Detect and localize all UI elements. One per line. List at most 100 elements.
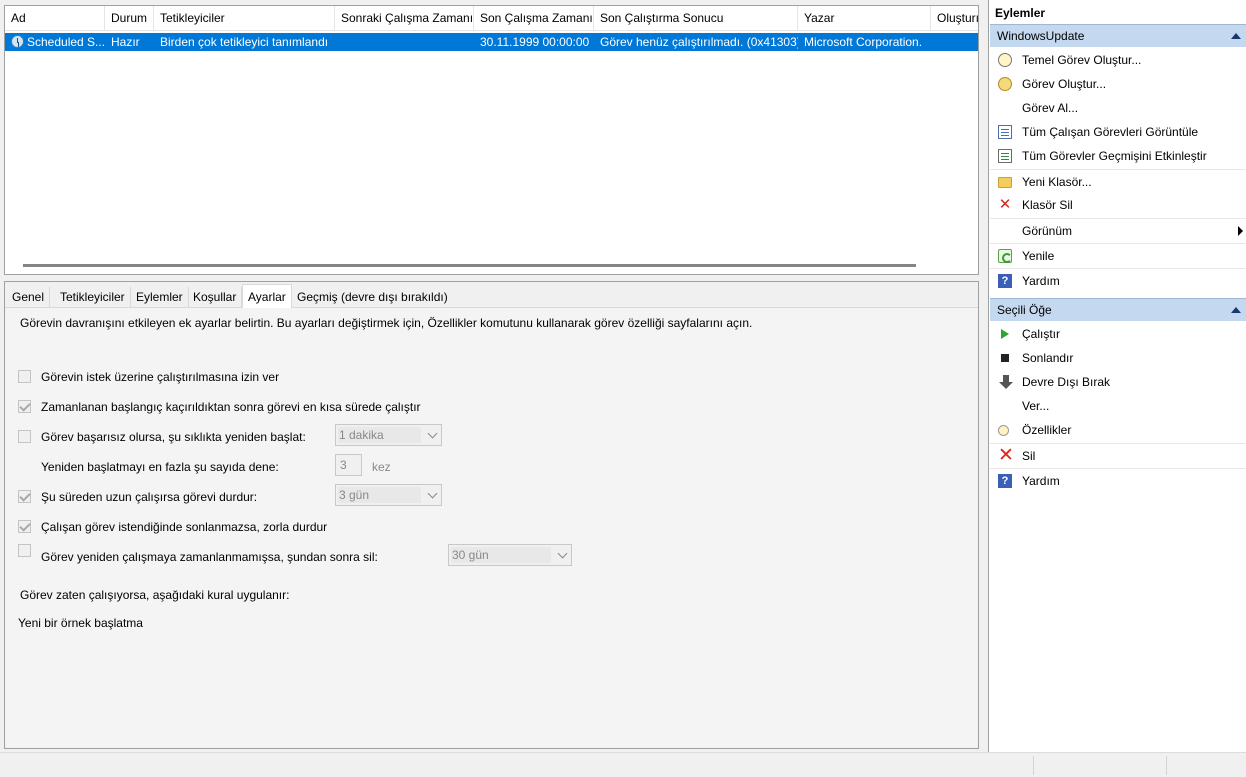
action-refresh[interactable]: Yenile — [990, 243, 1246, 267]
section-header-selected-item[interactable]: Seçili Öğe — [990, 298, 1246, 321]
task-status-cell: Hazır — [111, 35, 140, 49]
action-help-selected[interactable]: ? Yardım — [990, 468, 1246, 492]
tab-history[interactable]: Geçmiş (devre dışı bırakıldı) — [292, 287, 453, 307]
task-created-cell — [931, 33, 978, 51]
detail-tabs: Genel Tetikleyiciler Eylemler Koşullar A… — [5, 282, 978, 309]
status-bar — [0, 752, 1246, 777]
action-display-running-tasks[interactable]: Tüm Çalışan Görevleri Görüntüle — [990, 120, 1246, 144]
action-help[interactable]: ? Yardım — [990, 268, 1246, 292]
task-last-result-cell: Görev henüz çalıştırılmadı. (0x41303) — [600, 35, 798, 49]
action-view[interactable]: Görünüm — [990, 218, 1246, 242]
action-label: Yenile — [1022, 249, 1055, 263]
create-task-icon — [998, 77, 1012, 91]
help-icon: ? — [998, 474, 1012, 488]
scrollbar-thumb[interactable] — [23, 264, 916, 267]
action-create-basic-task[interactable]: Temel Görev Oluştur... — [990, 48, 1246, 72]
properties-icon — [998, 425, 1009, 436]
action-export[interactable]: Ver... — [990, 394, 1246, 418]
task-next-run-cell — [335, 33, 474, 51]
column-header-last-run[interactable]: Son Çalışma Zamanı — [474, 6, 594, 31]
action-new-folder[interactable]: Yeni Klasör... — [990, 169, 1246, 193]
section-header-windowsupdate[interactable]: WindowsUpdate — [990, 24, 1246, 47]
running-rule-label: Görev zaten çalışıyorsa, aşağıdaki kural… — [20, 588, 290, 602]
restart-interval-value: 1 dakika — [339, 428, 384, 442]
restart-on-fail-label: Görev başarısız olursa, şu sıklıkta yeni… — [41, 430, 306, 444]
action-label: Temel Görev Oluştur... — [1022, 53, 1142, 67]
action-create-task[interactable]: Görev Oluştur... — [990, 72, 1246, 96]
tab-general[interactable]: Genel — [7, 287, 51, 307]
action-label: Yeni Klasör... — [1022, 175, 1092, 189]
action-import-task[interactable]: Görev Al... — [990, 96, 1246, 120]
run-asap-label: Zamanlanan başlangıç kaçırıldıktan sonra… — [41, 400, 421, 414]
running-rule-value: Yeni bir örnek başlatma — [18, 616, 143, 630]
task-last-run-cell: 30.11.1999 00:00:00 — [480, 35, 590, 49]
action-disable[interactable]: Devre Dışı Bırak — [990, 370, 1246, 394]
column-header-author[interactable]: Yazar — [798, 6, 931, 31]
tab-conditions[interactable]: Koşullar — [188, 287, 243, 307]
stop-duration-value: 3 gün — [339, 488, 370, 502]
horizontal-scrollbar[interactable] — [5, 259, 978, 274]
tab-triggers[interactable]: Tetikleyiciler — [55, 287, 131, 307]
column-header-last-result[interactable]: Son Çalıştırma Sonucu — [594, 6, 798, 31]
table-row[interactable]: Scheduled S... Hazır Birden çok tetikley… — [5, 33, 978, 51]
chevron-down-icon — [557, 548, 568, 559]
delete-icon: ✕ — [998, 445, 1014, 466]
settings-intro-text: Görevin davranışını etkileyen ek ayarlar… — [20, 316, 753, 330]
action-label: Sonlandır — [1022, 351, 1074, 365]
run-asap-checkbox[interactable] — [18, 400, 31, 413]
action-label: Yardım — [1022, 274, 1060, 288]
stop-icon — [1001, 354, 1009, 362]
actions-pane: Eylemler WindowsUpdate Temel Görev Oluşt… — [988, 0, 1246, 752]
action-label: Yardım — [1022, 474, 1060, 488]
action-enable-history[interactable]: Tüm Görevler Geçmişini Etkinleştir — [990, 144, 1246, 168]
collapse-caret-icon[interactable] — [1231, 33, 1241, 39]
column-header-next-run[interactable]: Sonraki Çalışma Zamanı — [335, 6, 474, 31]
restart-attempts-unit: kez — [372, 460, 391, 474]
restart-attempts-input[interactable]: 3 — [335, 454, 362, 476]
task-name-cell: Scheduled S... — [27, 35, 105, 49]
task-author-cell: Microsoft Corporation. — [804, 35, 923, 49]
stop-duration-dropdown[interactable]: 3 gün — [335, 484, 442, 506]
action-label: Tüm Görevler Geçmişini Etkinleştir — [1022, 149, 1207, 163]
column-header-created[interactable]: Oluşturı — [931, 6, 978, 31]
action-label: Sil — [1022, 449, 1036, 463]
settings-tab-content: Görevin davranışını etkileyen ek ayarlar… — [6, 308, 977, 747]
status-divider — [1166, 756, 1167, 775]
restart-on-fail-checkbox[interactable] — [18, 430, 31, 443]
restart-attempts-label: Yeniden başlatmayı en fazla şu sayıda de… — [41, 460, 279, 474]
task-list: Ad Durum Tetikleyiciler Sonraki Çalışma … — [4, 5, 979, 275]
column-header-triggers[interactable]: Tetikleyiciler — [154, 6, 335, 31]
folder-icon — [998, 177, 1012, 188]
chevron-down-icon — [427, 428, 438, 439]
action-delete-folder[interactable]: ✕ Klasör Sil — [990, 193, 1246, 217]
task-list-header: Ad Durum Tetikleyiciler Sonraki Çalışma … — [5, 6, 978, 31]
basic-task-icon — [998, 53, 1012, 67]
column-header-name[interactable]: Ad — [5, 6, 105, 31]
collapse-caret-icon[interactable] — [1231, 307, 1241, 313]
delete-after-checkbox[interactable] — [18, 544, 31, 557]
action-properties[interactable]: Özellikler — [990, 418, 1246, 442]
restart-interval-dropdown[interactable]: 1 dakika — [335, 424, 442, 446]
column-header-status[interactable]: Durum — [105, 6, 154, 31]
tab-settings[interactable]: Ayarlar — [242, 284, 292, 309]
stop-if-longer-checkbox[interactable] — [18, 490, 31, 503]
force-stop-label: Çalışan görev istendiğinde sonlanmazsa, … — [41, 520, 328, 534]
status-divider — [1033, 756, 1034, 775]
disable-icon — [999, 375, 1013, 389]
delete-after-label: Görev yeniden çalışmaya zamanlanmamışsa,… — [41, 550, 378, 564]
section-title: Seçili Öğe — [997, 303, 1052, 317]
action-label: Klasör Sil — [1022, 198, 1073, 212]
stop-if-longer-label: Şu süreden uzun çalışırsa görevi durdur: — [41, 490, 258, 504]
allow-on-demand-checkbox[interactable] — [18, 370, 31, 383]
action-label: Görev Oluştur... — [1022, 77, 1107, 91]
action-label: Devre Dışı Bırak — [1022, 375, 1111, 389]
allow-on-demand-label: Görevin istek üzerine çalıştırılmasına i… — [41, 370, 280, 384]
delete-after-dropdown[interactable]: 30 gün — [448, 544, 572, 566]
tab-actions[interactable]: Eylemler — [131, 287, 189, 307]
action-run[interactable]: Çalıştır — [990, 322, 1246, 346]
action-delete[interactable]: ✕ Sil — [990, 443, 1246, 467]
force-stop-checkbox[interactable] — [18, 520, 31, 533]
action-end[interactable]: Sonlandır — [990, 346, 1246, 370]
running-tasks-icon — [998, 125, 1012, 139]
action-label: Özellikler — [1022, 423, 1072, 437]
